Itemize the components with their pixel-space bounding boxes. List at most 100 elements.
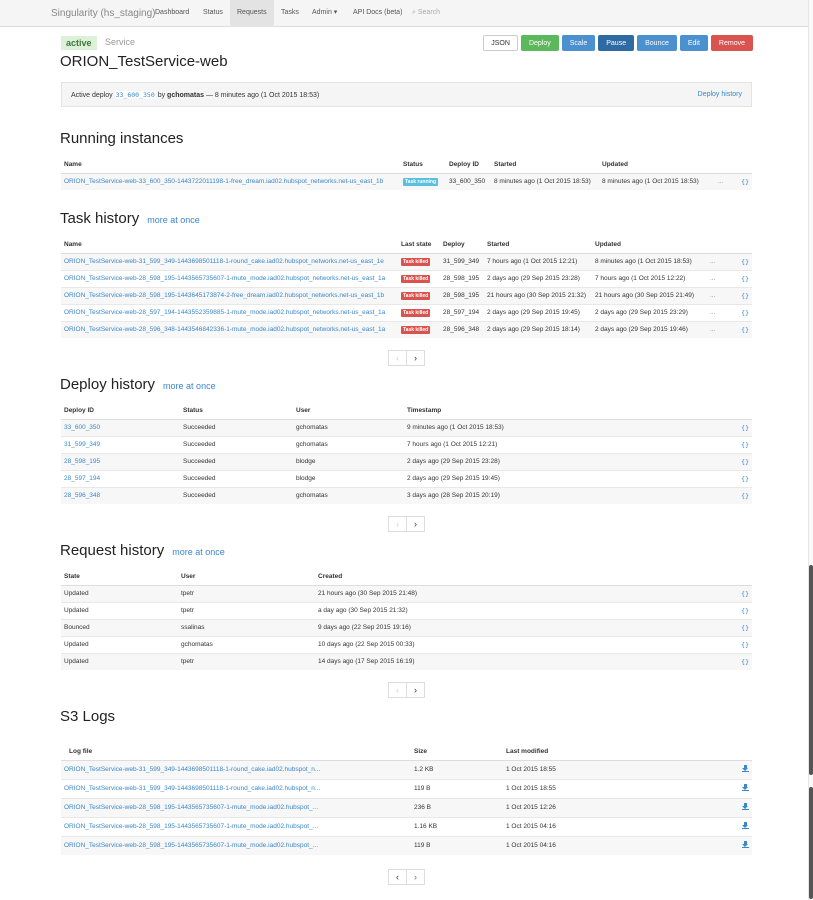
- json-icon[interactable]: {}: [737, 286, 752, 304]
- json-button[interactable]: JSON: [483, 35, 518, 51]
- nav-admin[interactable]: Admin ▾: [305, 0, 344, 27]
- json-icon[interactable]: {}: [737, 584, 752, 602]
- deploy-history-more-link[interactable]: more at once: [163, 381, 216, 391]
- next-page-button[interactable]: ›: [406, 869, 425, 885]
- bounce-button[interactable]: Bounce: [637, 35, 677, 51]
- task-link[interactable]: ORION_TestService-web-33_600_350-1443722…: [61, 172, 400, 190]
- json-icon[interactable]: {}: [737, 452, 752, 470]
- updated: 7 hours ago (1 Oct 2015 12:22): [592, 269, 707, 287]
- col-created: Created: [315, 568, 737, 586]
- scale-button[interactable]: Scale: [561, 35, 596, 51]
- download-icon[interactable]: [742, 784, 749, 791]
- started: 2 days ago (29 Sep 2015 19:45): [484, 303, 592, 321]
- log-file-link[interactable]: ORION_TestService-web-28_598_195-1443565…: [61, 816, 411, 836]
- edit-button[interactable]: Edit: [679, 35, 708, 51]
- started: 7 hours ago (1 Oct 2015 12:21): [484, 252, 592, 270]
- request-history-more-link[interactable]: more at once: [172, 547, 225, 557]
- active-deploy-by: by: [157, 92, 166, 99]
- last-modified: 1 Oct 2015 04:16: [503, 816, 733, 836]
- deploy-history-link[interactable]: Deploy history: [698, 91, 742, 98]
- state: Updated: [61, 584, 178, 602]
- pause-button[interactable]: Pause: [598, 35, 635, 51]
- deploy-id-link[interactable]: 28_597_194: [61, 469, 180, 487]
- json-icon[interactable]: {}: [737, 601, 752, 619]
- task-link[interactable]: ORION_TestService-web-28_598_195-1443565…: [61, 269, 398, 287]
- json-icon[interactable]: {}: [737, 486, 752, 504]
- timestamp: 2 days ago (29 Sep 2015 19:45): [404, 469, 737, 487]
- json-icon[interactable]: {}: [737, 252, 752, 270]
- nav-dashboard[interactable]: Dashboard: [148, 0, 196, 27]
- log-file-link[interactable]: ORION_TestService-web-28_598_195-1443565…: [61, 797, 411, 817]
- search-input[interactable]: ⌕ Search: [412, 0, 440, 27]
- download-icon[interactable]: [742, 765, 749, 772]
- scrollbar-track[interactable]: [808, 0, 813, 900]
- deploy-id-link[interactable]: 33_600_350: [61, 418, 180, 436]
- task-link[interactable]: ORION_TestService-web-28_597_194-1443552…: [61, 303, 398, 321]
- started: 21 hours ago (30 Sep 2015 21:32): [484, 286, 592, 304]
- json-icon[interactable]: {}: [737, 172, 752, 190]
- started: 2 days ago (29 Sep 2015 23:28): [484, 269, 592, 287]
- deploy-button[interactable]: Deploy: [520, 35, 559, 51]
- task-link[interactable]: ORION_TestService-web-28_598_195-1443645…: [61, 286, 398, 304]
- log-file-link[interactable]: ORION_TestService-web-31_599_349-1443698…: [61, 778, 411, 798]
- more-options-icon[interactable]: ...: [715, 172, 737, 190]
- scrollbar-thumb-lower[interactable]: [809, 787, 813, 899]
- json-icon[interactable]: {}: [737, 635, 752, 653]
- json-icon[interactable]: {}: [737, 469, 752, 487]
- next-page-button[interactable]: ›: [406, 682, 425, 698]
- more-options-icon[interactable]: ...: [707, 303, 737, 321]
- task-history-more-link[interactable]: more at once: [147, 215, 200, 225]
- prev-page-button[interactable]: ‹: [388, 869, 407, 885]
- json-icon[interactable]: {}: [737, 618, 752, 636]
- active-deploy-id-link[interactable]: 33_600_350: [114, 91, 156, 99]
- state: Bounced: [61, 618, 178, 636]
- created: 9 days ago (22 Sep 2015 19:16): [315, 618, 737, 636]
- download-icon[interactable]: [742, 841, 749, 849]
- more-options-icon[interactable]: ...: [707, 320, 737, 338]
- nav-tasks[interactable]: Tasks: [274, 0, 306, 27]
- nav-requests[interactable]: Requests: [230, 0, 274, 27]
- json-icon[interactable]: {}: [737, 435, 752, 453]
- more-options-icon[interactable]: ...: [707, 269, 737, 287]
- last-modified: 1 Oct 2015 12:26: [503, 797, 733, 817]
- status: Succeeded: [180, 452, 293, 470]
- prev-page-button[interactable]: ‹: [388, 350, 407, 366]
- col-started: Started: [484, 236, 592, 254]
- more-options-icon[interactable]: ...: [707, 252, 737, 270]
- timestamp: 7 hours ago (1 Oct 2015 12:21): [404, 435, 737, 453]
- next-page-button[interactable]: ›: [406, 350, 425, 366]
- user: gchomatas: [178, 635, 315, 653]
- log-file-link[interactable]: ORION_TestService-web-28_598_195-1443565…: [61, 835, 411, 855]
- json-icon[interactable]: {}: [737, 269, 752, 287]
- json-icon[interactable]: {}: [737, 418, 752, 436]
- col-log-file: Log file: [61, 743, 411, 761]
- table-row: ORION_TestService-web-28_598_195-1443565…: [61, 797, 752, 817]
- prev-page-button[interactable]: ‹: [388, 682, 407, 698]
- download-icon[interactable]: [742, 822, 749, 829]
- more-options-icon[interactable]: ...: [707, 286, 737, 304]
- col-user: User: [178, 568, 315, 586]
- state: Updated: [61, 601, 178, 619]
- running-instances-heading: Running instances: [60, 130, 183, 147]
- state-label: Task killed: [401, 274, 431, 283]
- deploy-id-link[interactable]: 28_598_195: [61, 452, 180, 470]
- remove-button[interactable]: Remove: [710, 35, 753, 51]
- json-icon[interactable]: {}: [737, 320, 752, 338]
- log-file-link[interactable]: ORION_TestService-web-31_599_349-1443698…: [61, 759, 411, 779]
- json-icon[interactable]: {}: [737, 652, 752, 670]
- deploy-id-link[interactable]: 28_596_348: [61, 486, 180, 504]
- prev-page-button[interactable]: ‹: [388, 516, 407, 532]
- task-link[interactable]: ORION_TestService-web-28_596_348-1443546…: [61, 320, 398, 338]
- download-icon[interactable]: [742, 803, 749, 810]
- scrollbar-thumb[interactable]: [809, 565, 813, 775]
- deploy-id-link[interactable]: 31_599_349: [61, 435, 180, 453]
- next-page-button[interactable]: ›: [406, 516, 425, 532]
- task-link[interactable]: ORION_TestService-web-31_599_349-1443698…: [61, 252, 398, 270]
- request-history-pager: ‹ ›: [388, 682, 425, 698]
- nav-status[interactable]: Status: [196, 0, 230, 27]
- brand[interactable]: Singularity (hs_staging): [51, 8, 156, 19]
- json-icon[interactable]: {}: [737, 303, 752, 321]
- col-name: Name: [61, 156, 400, 174]
- nav-api-docs[interactable]: API Docs (beta): [346, 0, 409, 27]
- table-row: Updated tpetr 21 hours ago (30 Sep 2015 …: [61, 584, 752, 602]
